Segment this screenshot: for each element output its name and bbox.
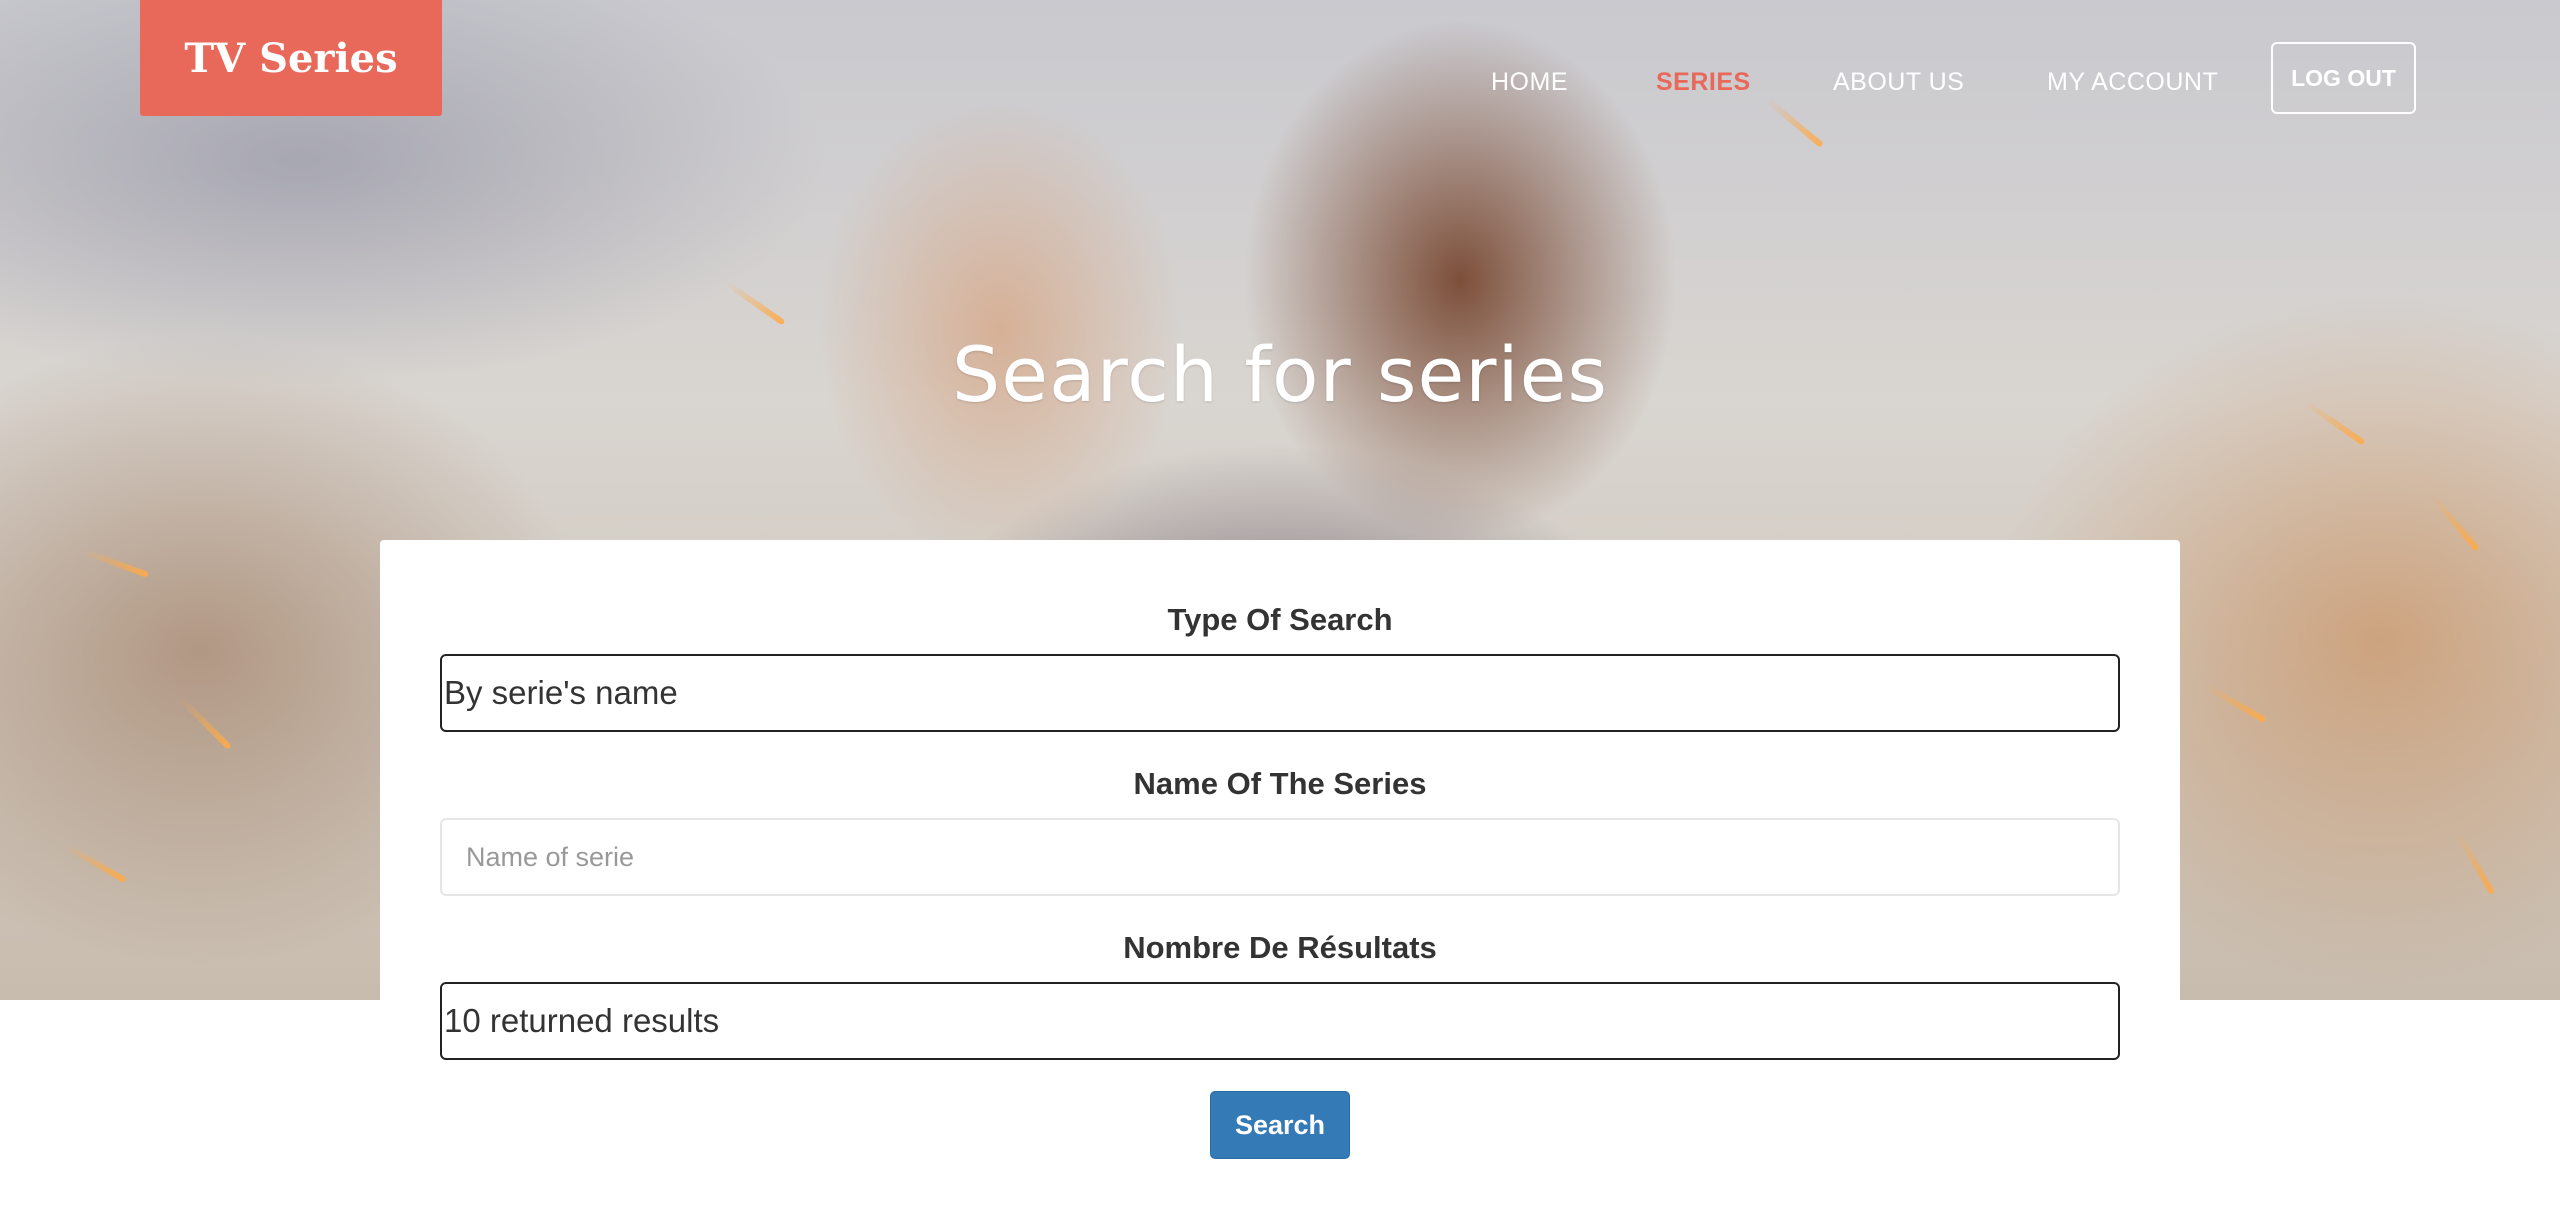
spark-decoration bbox=[1766, 98, 1824, 148]
spark-decoration bbox=[724, 280, 786, 326]
search-form-card: Type Of Search By serie's name Name Of T… bbox=[380, 540, 2180, 1220]
series-name-input[interactable] bbox=[440, 818, 2120, 896]
site-logo[interactable]: TV Series bbox=[140, 0, 442, 116]
series-name-label: Name Of The Series bbox=[1133, 766, 1427, 801]
logout-button[interactable]: LOG OUT bbox=[2271, 42, 2416, 114]
type-of-search-select[interactable]: By serie's name bbox=[440, 654, 2120, 732]
page-title: Search for series bbox=[952, 330, 1608, 419]
results-count-label: Nombre De Résultats bbox=[1123, 930, 1437, 965]
spark-decoration bbox=[63, 842, 127, 884]
nav-my-account[interactable]: MY ACCOUNT bbox=[2047, 68, 2218, 97]
spark-decoration bbox=[178, 696, 232, 750]
spark-decoration bbox=[81, 548, 149, 578]
spark-decoration bbox=[2203, 682, 2267, 724]
type-of-search-label: Type Of Search bbox=[1167, 602, 1393, 637]
nav-about-us[interactable]: ABOUT US bbox=[1833, 68, 1964, 97]
search-button[interactable]: Search bbox=[1210, 1091, 1350, 1159]
spark-decoration bbox=[2454, 831, 2496, 895]
results-count-select[interactable]: 10 returned results bbox=[440, 982, 2120, 1060]
nav-series[interactable]: SERIES bbox=[1656, 68, 1751, 97]
spark-decoration bbox=[2430, 494, 2480, 552]
nav-home[interactable]: HOME bbox=[1491, 68, 1568, 97]
